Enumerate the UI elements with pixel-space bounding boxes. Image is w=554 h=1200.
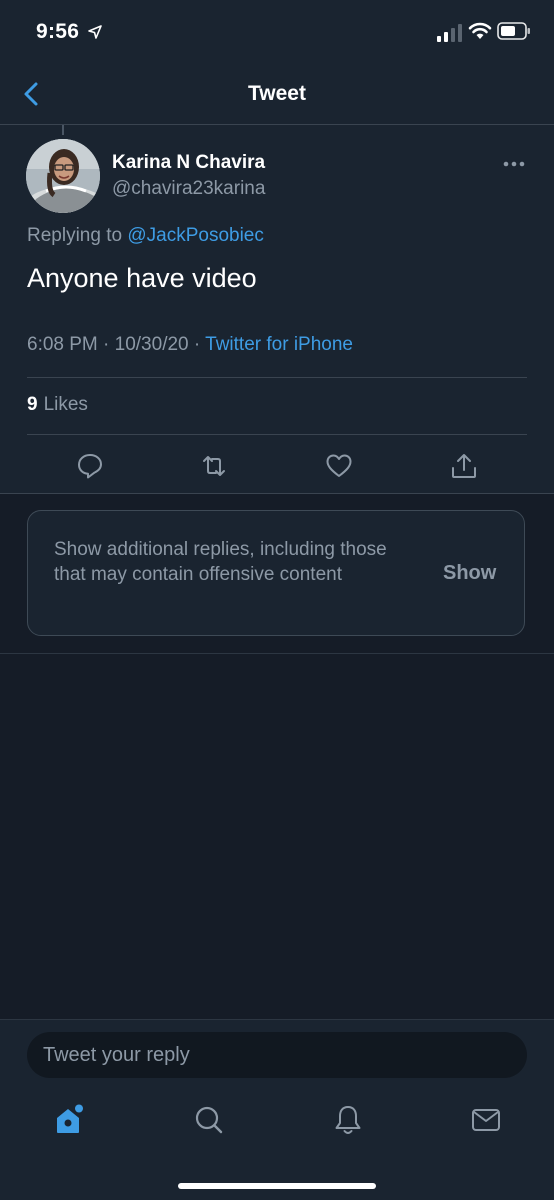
tweet-text: Anyone have video <box>27 263 257 293</box>
page-title: Tweet <box>248 82 306 105</box>
likes-label: Likes <box>43 394 88 415</box>
reply-icon[interactable] <box>76 452 104 480</box>
tweet-source-link[interactable]: Twitter for iPhone <box>205 334 353 355</box>
battery-icon <box>497 22 530 40</box>
status-bar: 9:56 <box>0 0 554 66</box>
wifi-icon <box>468 22 492 39</box>
tweet-meta: 6:08 PM · 10/30/20 · Twitter for iPhone <box>27 334 353 356</box>
avatar[interactable] <box>26 139 100 213</box>
tweet-detail-screen: 9:56 Tweet Karina N Chavira @chavira23ka… <box>0 0 554 1200</box>
cellular-signal-icon <box>437 24 462 42</box>
additional-replies-text: Show additional replies, including those… <box>54 539 387 585</box>
like-heart-icon[interactable] <box>325 452 353 480</box>
bottom-bar <box>0 1019 554 1200</box>
nav-header: Tweet <box>0 66 554 125</box>
tweet-timestamp: 6:08 PM · 10/30/20 · <box>27 334 201 355</box>
replying-to: Replying to @JackPosobiec <box>27 225 264 247</box>
divider <box>27 434 527 435</box>
tweet-detail: Karina N Chavira @chavira23karina Replyi… <box>0 125 554 494</box>
user-handle[interactable]: @chavira23karina <box>112 178 265 200</box>
additional-replies-card: Show additional replies, including those… <box>27 510 525 636</box>
notifications-icon[interactable] <box>332 1104 364 1136</box>
likes-count: 9 <box>27 394 38 415</box>
mention-link[interactable]: @JackPosobiec <box>127 225 264 246</box>
home-indicator <box>178 1183 376 1189</box>
share-icon[interactable] <box>450 452 478 480</box>
thread-connector-line <box>62 125 64 135</box>
display-name[interactable]: Karina N Chavira <box>112 152 265 174</box>
divider <box>27 377 527 378</box>
avatar-image <box>26 139 100 213</box>
replying-to-label: Replying to <box>27 225 123 246</box>
show-replies-button[interactable]: Show <box>443 562 496 585</box>
reply-input[interactable] <box>27 1032 527 1078</box>
divider <box>0 653 554 654</box>
likes-stat[interactable]: 9 Likes <box>27 394 88 416</box>
location-arrow-icon <box>88 25 102 39</box>
more-options-icon[interactable] <box>503 160 525 168</box>
messages-icon[interactable] <box>470 1104 502 1136</box>
status-time: 9:56 <box>36 20 80 43</box>
home-icon[interactable] <box>53 1104 85 1136</box>
search-icon[interactable] <box>193 1104 225 1136</box>
retweet-icon[interactable] <box>200 452 228 480</box>
